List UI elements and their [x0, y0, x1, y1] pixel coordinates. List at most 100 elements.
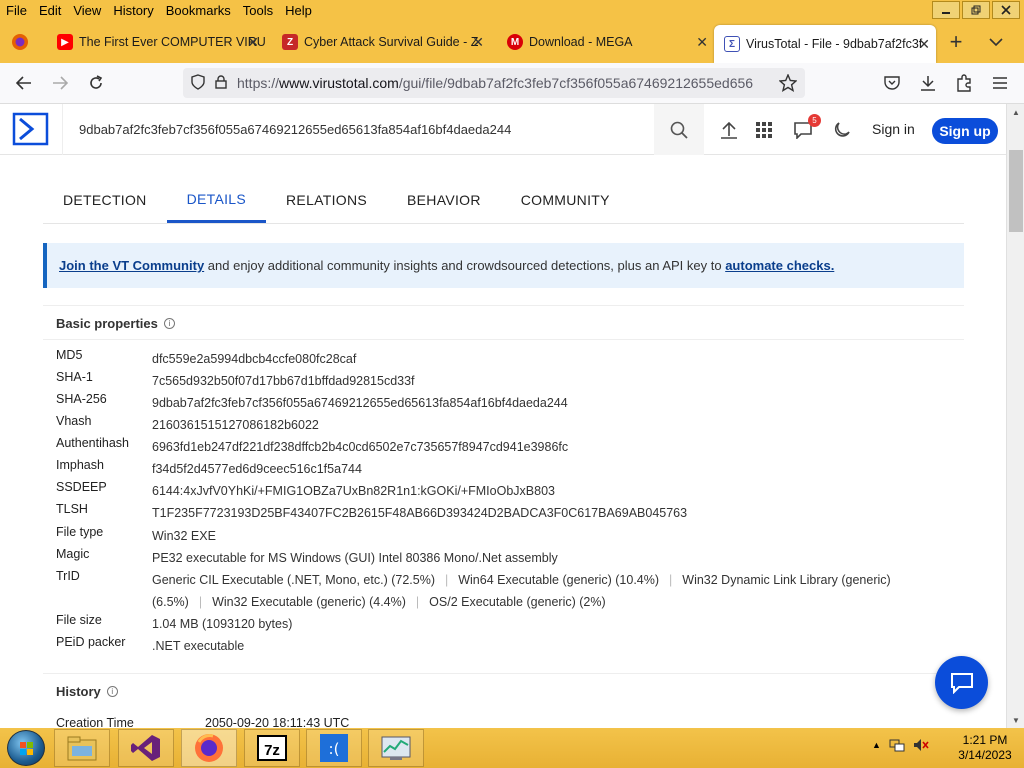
property-value[interactable]: 1.04 MB (1093120 bytes): [152, 613, 942, 635]
reload-button[interactable]: [78, 65, 114, 101]
menu-tools[interactable]: Tools: [237, 3, 279, 18]
property-value[interactable]: 2050-09-20 18:11:43 UTC: [205, 716, 349, 728]
property-value[interactable]: .NET executable: [152, 635, 942, 657]
property-row-vhash: Vhash 2160361515127086182b6022: [56, 414, 942, 436]
url-scheme: https://: [237, 75, 280, 91]
scrollbar-thumb[interactable]: [1009, 150, 1023, 232]
minimize-button[interactable]: [932, 1, 960, 19]
trid-entry[interactable]: Win32 Executable (generic) (4.4%): [212, 595, 406, 609]
property-value[interactable]: 2160361515127086182b6022: [152, 414, 942, 436]
taskbar-firefox[interactable]: [181, 729, 237, 767]
youtube-icon: ▶: [57, 34, 73, 50]
dark-mode-toggle[interactable]: [830, 118, 854, 142]
property-value[interactable]: 9dbab7af2fc3feb7cf356f055a67469212655ed6…: [152, 392, 942, 414]
tab-title: The First Ever COMPUTER VIRU: [79, 35, 265, 49]
start-button[interactable]: [7, 730, 45, 766]
vt-search-input[interactable]: 9dbab7af2fc3feb7cf356f055a67469212655ed6…: [62, 104, 654, 155]
url-bar[interactable]: https://www.virustotal.com/gui/file/9dba…: [183, 68, 805, 98]
close-tab-icon[interactable]: ✕: [247, 34, 259, 51]
automate-checks-link[interactable]: automate checks.: [725, 258, 834, 273]
menu-bookmarks[interactable]: Bookmarks: [160, 3, 237, 18]
taskbar-bsod-app[interactable]: :(: [306, 729, 362, 767]
menu-file[interactable]: File: [0, 3, 33, 18]
property-value[interactable]: PE32 executable for MS Windows (GUI) Int…: [152, 547, 942, 569]
chat-icon: [950, 672, 973, 694]
close-tab-icon[interactable]: ✕: [918, 36, 930, 53]
scroll-down-arrow-icon[interactable]: ▼: [1007, 712, 1024, 728]
back-button[interactable]: [6, 65, 42, 101]
menu-view[interactable]: View: [67, 3, 107, 18]
info-icon[interactable]: i: [163, 318, 175, 329]
downloads-button[interactable]: [910, 65, 946, 101]
taskbar-7zip[interactable]: 7z: [244, 729, 300, 767]
property-row-file-type: File type Win32 EXE: [56, 525, 942, 547]
tab-detection[interactable]: DETECTION: [43, 177, 167, 223]
tab-behavior[interactable]: BEHAVIOR: [387, 177, 501, 223]
section-title: Basic properties: [56, 316, 158, 331]
property-key: PEiD packer: [56, 635, 126, 649]
taskbar-resource-monitor[interactable]: [368, 729, 424, 767]
volume-muted-icon[interactable]: [913, 738, 929, 752]
property-value[interactable]: 6963fd1eb247df221df238dffcb2b4c0cd6502e7…: [152, 436, 942, 458]
pocket-icon: [884, 76, 900, 90]
property-value[interactable]: dfc559e2a5994dbcb4ccfe080fc28caf: [152, 348, 942, 370]
property-key: MD5: [56, 348, 83, 362]
extensions-button[interactable]: [946, 65, 982, 101]
tab-mega[interactable]: M Download - MEGA ✕: [490, 25, 714, 59]
svg-text::(: :(: [329, 740, 340, 758]
trid-entry[interactable]: Win64 Executable (generic) (10.4%): [458, 573, 659, 587]
firefox-view-button[interactable]: [0, 25, 40, 59]
property-value[interactable]: 7c565d932b50f07d17bb67d1bffdad92815cd33f: [152, 370, 942, 392]
app-menu-button[interactable]: [982, 65, 1018, 101]
apps-grid-button[interactable]: [752, 118, 776, 142]
property-value[interactable]: 6144:4xJvfV0YhKi/+FMIG1OBZa7UxBn82R1n1:k…: [152, 480, 942, 502]
taskbar-visual-studio[interactable]: [118, 729, 174, 767]
property-row-imphash: Imphash f34d5f2d4577ed6d9ceec516c1f5a744: [56, 458, 942, 480]
notifications-button[interactable]: 5: [791, 114, 821, 142]
menu-edit[interactable]: Edit: [33, 3, 67, 18]
restore-button[interactable]: [962, 1, 990, 19]
list-tabs-button[interactable]: [976, 25, 1016, 59]
lock-icon[interactable]: [215, 74, 227, 92]
taskbar-file-explorer[interactable]: [54, 729, 110, 767]
forward-button[interactable]: [42, 65, 78, 101]
tab-zlibrary[interactable]: Z Cyber Attack Survival Guide - Z ✕: [265, 25, 490, 59]
virustotal-logo[interactable]: [12, 112, 49, 146]
close-tab-icon[interactable]: ✕: [472, 34, 484, 51]
network-icon[interactable]: [889, 738, 905, 752]
property-value[interactable]: T1F235F7723193D25BF43407FC2B2615F48AB66D…: [152, 502, 942, 524]
menu-help[interactable]: Help: [279, 3, 318, 18]
scroll-up-arrow-icon[interactable]: ▲: [1007, 104, 1024, 120]
menu-history[interactable]: History: [107, 3, 159, 18]
bookmark-star-button[interactable]: [770, 65, 806, 101]
download-icon: [921, 76, 935, 91]
trid-entry[interactable]: OS/2 Executable (generic) (2%): [429, 595, 605, 609]
info-icon[interactable]: i: [106, 686, 118, 697]
page-scrollbar[interactable]: ▲ ▼: [1006, 104, 1024, 728]
tab-community[interactable]: COMMUNITY: [501, 177, 630, 223]
property-key: Vhash: [56, 414, 92, 428]
close-window-button[interactable]: [992, 1, 1020, 19]
show-hidden-icons-button[interactable]: ▲: [872, 740, 881, 750]
tab-relations[interactable]: RELATIONS: [266, 177, 387, 223]
sign-in-link[interactable]: Sign in: [872, 121, 915, 137]
chat-support-button[interactable]: [935, 656, 988, 709]
upload-icon: [721, 121, 737, 139]
grid-icon: [756, 122, 772, 138]
vt-search-button[interactable]: [654, 104, 704, 155]
trid-entry[interactable]: Generic CIL Executable (.NET, Mono, etc.…: [152, 573, 435, 587]
taskbar-clock[interactable]: 1:21 PM 3/14/2023: [950, 733, 1020, 763]
tab-virustotal[interactable]: Σ VirusTotal - File - 9dbab7af2fc3f ✕: [714, 25, 936, 63]
close-tab-icon[interactable]: ✕: [696, 34, 708, 51]
shield-icon[interactable]: [191, 73, 205, 93]
join-community-link[interactable]: Join the VT Community: [59, 258, 204, 273]
upload-button[interactable]: [717, 118, 741, 142]
property-value[interactable]: Win32 EXE: [152, 525, 942, 547]
tab-youtube[interactable]: ▶ The First Ever COMPUTER VIRU ✕: [40, 25, 265, 59]
sign-up-button[interactable]: Sign up: [932, 118, 998, 144]
property-value[interactable]: f34d5f2d4577ed6d9ceec516c1f5a744: [152, 458, 942, 480]
tab-details[interactable]: DETAILS: [166, 177, 267, 223]
search-icon: [670, 121, 688, 139]
new-tab-button[interactable]: +: [936, 25, 976, 59]
pocket-button[interactable]: [874, 65, 910, 101]
